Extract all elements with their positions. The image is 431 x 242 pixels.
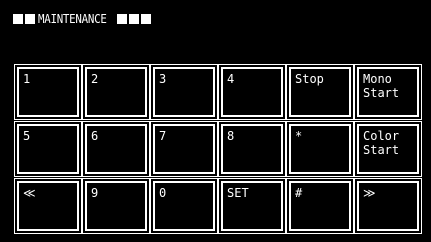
key-label: 0 [159,186,167,200]
key-label: SET [227,186,249,200]
key-5[interactable]: 5 [14,121,82,177]
key-label: 2 [91,72,99,86]
key-2[interactable]: 2 [82,64,150,120]
title-square-icon [25,14,35,24]
key-label: 8 [227,129,235,143]
key-6[interactable]: 6 [82,121,150,177]
key-label: 5 [23,129,31,143]
key-9[interactable]: 9 [82,178,150,234]
title-square-icon [117,14,128,24]
key-label: 9 [91,186,99,200]
next-button[interactable]: ≫ [354,178,422,234]
key-1[interactable]: 1 [14,64,82,120]
key-0[interactable]: 0 [150,178,218,234]
key-label: 1 [23,72,31,86]
title-square-icon [129,14,140,24]
double-left-arrow-icon: ≪ [23,186,36,200]
key-3[interactable]: 3 [150,64,218,120]
key-label: 6 [91,129,99,143]
set-button[interactable]: SET [218,178,286,234]
asterisk-key[interactable]: * [286,121,354,177]
header-bar: MAINTENANCE [0,0,431,40]
key-label: Stop [295,72,324,86]
title-square-icon [141,14,152,24]
key-label: # [295,186,303,200]
key-7[interactable]: 7 [150,121,218,177]
key-4[interactable]: 4 [218,64,286,120]
title-square-icon [13,14,23,24]
key-8[interactable]: 8 [218,121,286,177]
color-start-button[interactable]: Color Start [354,121,422,177]
title-row: MAINTENANCE [13,11,153,27]
key-label: 4 [227,72,235,86]
mono-start-button[interactable]: Mono Start [354,64,422,120]
double-right-arrow-icon: ≫ [363,186,376,200]
key-label: * [295,129,303,143]
hash-key[interactable]: # [286,178,354,234]
key-label: 3 [159,72,167,86]
key-label: 7 [159,129,167,143]
stop-button[interactable]: Stop [286,64,354,120]
previous-button[interactable]: ≪ [14,178,82,234]
key-label: Color Start [363,129,400,157]
page-title: MAINTENANCE [38,12,107,26]
key-label: Mono Start [363,72,400,100]
